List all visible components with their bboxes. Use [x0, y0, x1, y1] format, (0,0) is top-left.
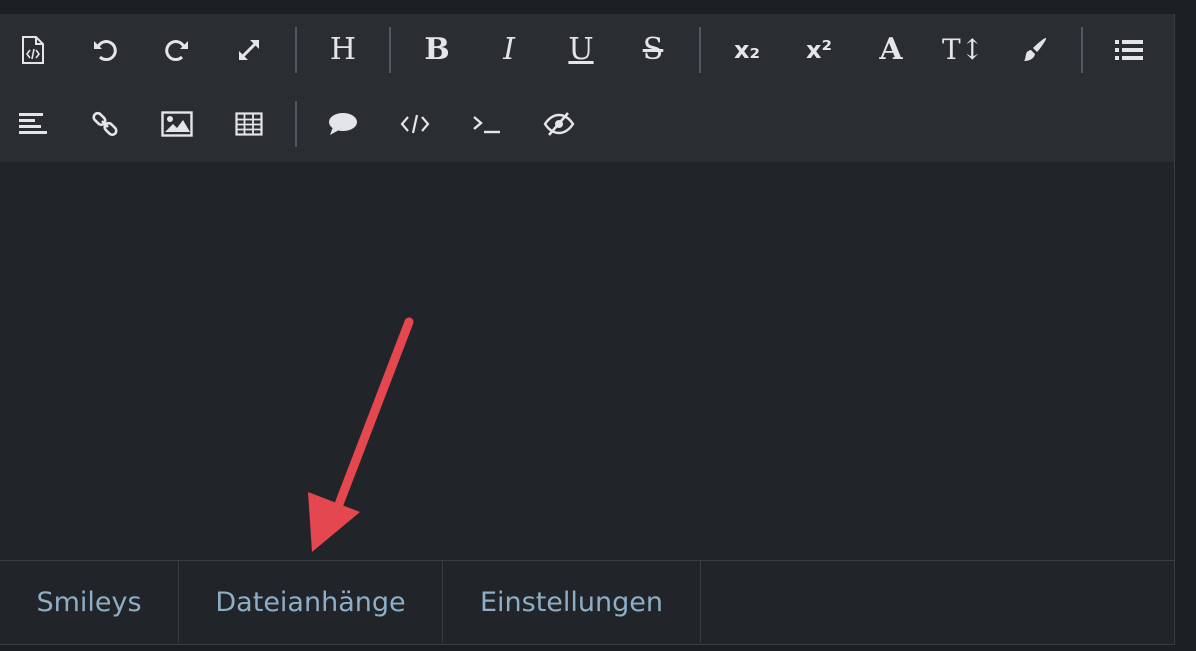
underline-button[interactable]: U — [561, 30, 601, 70]
redo-icon — [164, 37, 190, 63]
message-textarea[interactable] — [0, 162, 1174, 560]
tab-settings[interactable]: Einstellungen — [443, 561, 701, 643]
terminal-icon — [472, 112, 502, 136]
superscript-button[interactable]: x² — [799, 30, 839, 70]
quote-icon — [328, 111, 358, 137]
quote-button[interactable] — [323, 104, 363, 144]
table-icon — [235, 112, 263, 136]
spoiler-icon — [543, 111, 575, 137]
tab-smileys-label: Smileys — [36, 586, 142, 618]
undo-button[interactable] — [85, 30, 125, 70]
heading-button[interactable]: H — [323, 30, 363, 70]
table-button[interactable] — [229, 104, 269, 144]
source-code-button[interactable] — [13, 30, 53, 70]
toolbar-separator — [1081, 27, 1083, 73]
toolbar-separator — [389, 27, 391, 73]
heading-icon: H — [329, 32, 357, 67]
tab-settings-label: Einstellungen — [479, 586, 664, 618]
align-left-icon — [18, 111, 48, 137]
tab-smileys[interactable]: Smileys — [0, 561, 179, 643]
link-button[interactable] — [85, 104, 125, 144]
image-icon — [161, 111, 193, 137]
message-editor: H B I U S x₂ x² A T↕ Smileys Dateianhäng… — [0, 14, 1175, 645]
font-button[interactable]: A — [871, 30, 911, 70]
toolbar-separator — [295, 101, 297, 147]
source-code-icon — [20, 35, 46, 65]
image-button[interactable] — [157, 104, 197, 144]
paintbrush-icon — [1021, 36, 1049, 64]
font-size-button[interactable]: T↕ — [941, 30, 985, 70]
subscript-icon: x₂ — [734, 36, 760, 64]
bold-icon: B — [424, 32, 450, 67]
tab-attachments[interactable]: Dateianhänge — [179, 561, 443, 643]
toolbar-separator — [295, 27, 297, 73]
code-icon — [400, 112, 430, 136]
fullscreen-button[interactable] — [229, 30, 269, 70]
toolbar-separator — [699, 27, 701, 73]
font-size-icon: T↕ — [941, 33, 985, 66]
terminal-button[interactable] — [467, 104, 507, 144]
spoiler-button[interactable] — [539, 104, 579, 144]
superscript-icon: x² — [806, 36, 832, 64]
subscript-button[interactable]: x₂ — [727, 30, 767, 70]
align-button[interactable] — [13, 104, 53, 144]
bold-button[interactable]: B — [417, 30, 457, 70]
fullscreen-icon — [236, 37, 262, 63]
editor-tab-bar: Smileys Dateianhänge Einstellungen — [0, 560, 1174, 643]
strikethrough-button[interactable]: S — [633, 30, 673, 70]
list-icon — [1114, 37, 1144, 63]
strikethrough-icon: S — [642, 32, 664, 67]
list-button[interactable] — [1109, 30, 1149, 70]
color-button[interactable] — [1015, 30, 1055, 70]
italic-icon: I — [503, 32, 515, 67]
code-button[interactable] — [395, 104, 435, 144]
tab-attachments-label: Dateianhänge — [215, 586, 406, 618]
undo-icon — [92, 37, 118, 63]
link-icon — [91, 110, 119, 138]
editor-toolbar: H B I U S x₂ x² A T↕ — [0, 14, 1174, 162]
font-icon: A — [879, 32, 903, 67]
italic-button[interactable]: I — [489, 30, 529, 70]
redo-button[interactable] — [157, 30, 197, 70]
underline-icon: U — [568, 32, 594, 67]
